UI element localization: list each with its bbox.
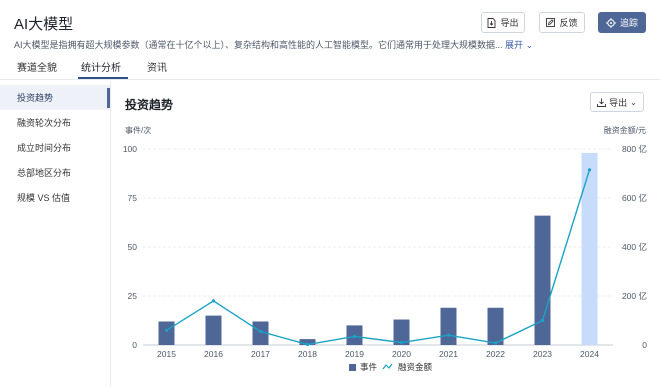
x-tick-label: 2016 — [204, 349, 223, 359]
page-title: AI大模型 — [14, 16, 74, 33]
right-tick-label: 800 亿 — [622, 144, 647, 154]
expand-label: 展开 — [505, 40, 524, 50]
point-funding-2023 — [540, 318, 545, 323]
right-tick-label: 600 亿 — [622, 193, 647, 203]
legend-swatch-events — [349, 364, 356, 371]
point-funding-2019 — [352, 334, 357, 339]
sidebar-item-label: 总部地区分布 — [17, 168, 72, 178]
point-funding-2024 — [587, 168, 592, 172]
sidebar-item-funding-rounds[interactable]: 融资轮次分布 — [0, 110, 110, 135]
sidebar-item-label: 投资趋势 — [17, 93, 54, 103]
sidebar-item-label: 成立时间分布 — [17, 143, 72, 153]
sidebar-item-investment-trend[interactable]: 投资趋势 — [0, 85, 110, 110]
right-tick-label: 400 亿 — [622, 242, 647, 252]
right-tick-label: 0 — [642, 340, 647, 350]
page-description: AI大模型是指拥有超大规模参数（通常在十亿个以上）、复杂结构和高性能的人工智能模… — [14, 38, 533, 51]
active-indicator — [107, 88, 110, 108]
point-funding-2020 — [399, 340, 404, 345]
file-export-icon — [488, 17, 496, 28]
legend-swatch-funding — [382, 363, 393, 370]
description-text: AI大模型是指拥有超大规模参数（通常在十亿个以上）、复杂结构和高性能的人工智能模… — [14, 40, 503, 50]
sidebar-item-label: 规模 VS 估值 — [17, 193, 71, 203]
sidebar-item-scale-vs-valuation[interactable]: 规模 VS 估值 — [0, 185, 110, 210]
x-tick-label: 2021 — [439, 349, 458, 359]
point-funding-2015 — [164, 328, 169, 332]
target-icon — [605, 17, 616, 28]
investment-trend-chart: 0 25 50 75 100 0 200 亿 400 亿 600 亿 800 亿 2015 2016 2… — [123, 144, 647, 372]
left-tick-label: 50 — [128, 242, 138, 252]
point-funding-2016 — [211, 299, 216, 303]
left-tick-label: 100 — [123, 144, 137, 154]
tab-news[interactable]: 资讯 — [147, 59, 167, 74]
legend-label-events: 事件 — [360, 362, 378, 372]
bar-events-2021 — [440, 307, 457, 345]
right-tick-label: 200 亿 — [622, 291, 647, 301]
legend-label-funding: 融资金额 — [398, 362, 433, 372]
edit-icon — [546, 18, 556, 27]
feedback-label: 反馈 — [559, 18, 578, 28]
bar-events-2015 — [158, 321, 175, 345]
active-tab-indicator — [78, 77, 128, 79]
x-tick-label: 2020 — [392, 349, 411, 359]
export-label: 导出 — [500, 18, 519, 28]
x-tick-label: 2019 — [345, 349, 364, 359]
left-tick-label: 0 — [132, 340, 137, 350]
x-tick-label: 2024 — [580, 349, 599, 359]
point-funding-2017 — [258, 329, 263, 334]
feedback-button[interactable]: 反馈 — [539, 12, 585, 33]
x-tick-label: 2018 — [298, 349, 317, 359]
x-tick-label: 2017 — [251, 349, 270, 359]
left-tick-label: 25 — [128, 291, 138, 301]
x-tick-label: 2015 — [157, 349, 176, 359]
tab-statistics[interactable]: 统计分析 — [81, 59, 121, 74]
follow-label: 追踪 — [619, 18, 638, 28]
x-tick-label: 2022 — [486, 349, 505, 359]
x-tick-label: 2023 — [533, 349, 552, 359]
left-tick-label: 75 — [128, 193, 138, 203]
page-header: AI大模型 AI大模型是指拥有超大规模参数（通常在十亿个以上）、复杂结构和高性能… — [0, 0, 660, 80]
bar-events-2024 — [581, 152, 598, 345]
export-button[interactable]: 导出 — [481, 12, 525, 33]
point-funding-2022 — [493, 341, 498, 345]
sidebar-item-label: 融资轮次分布 — [17, 118, 72, 128]
expand-link[interactable]: 展开 ⌄ — [505, 40, 533, 50]
follow-button[interactable]: 追踪 — [598, 12, 646, 33]
sidebar-item-hq-region[interactable]: 总部地区分布 — [0, 160, 110, 185]
point-funding-2018 — [305, 342, 310, 347]
chart-panel: 投资趋势 导出 ⌄ 事件/次 融资金额/元 0 25 50 75 100 0 200 亿 40… — [111, 81, 660, 387]
bar-events-2023 — [534, 215, 551, 345]
sidebar: 投资趋势 融资轮次分布 成立时间分布 总部地区分布 规模 VS 估值 — [0, 81, 111, 387]
point-funding-2021 — [446, 333, 451, 337]
sidebar-item-founding-time[interactable]: 成立时间分布 — [0, 135, 110, 160]
tab-overview[interactable]: 赛道全貌 — [17, 59, 57, 74]
tab-bar: 赛道全貌 统计分析 资讯 — [0, 57, 660, 80]
chevron-down-icon: ⌄ — [525, 40, 534, 50]
bar-events-2022 — [487, 307, 504, 345]
bar-events-2016 — [205, 315, 222, 345]
line-funding-amount — [166, 169, 591, 346]
